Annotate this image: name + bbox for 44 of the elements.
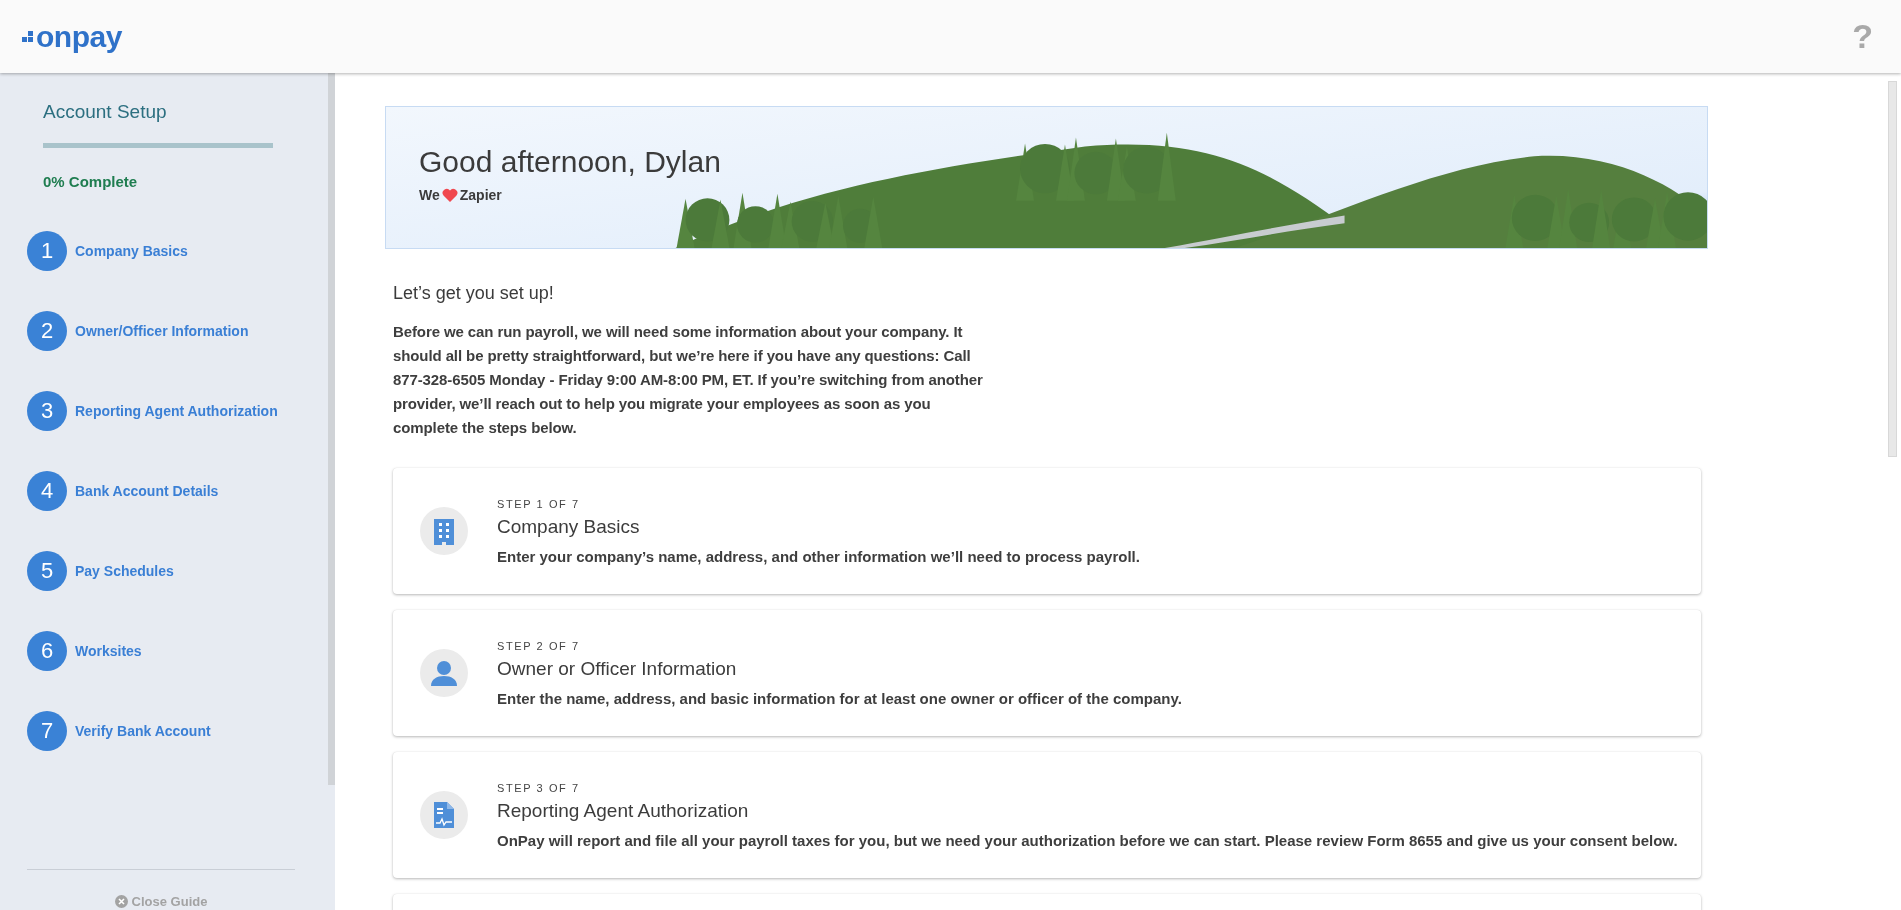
close-icon: [114, 894, 128, 908]
scrollbar[interactable]: [1888, 81, 1897, 457]
step-number: 5: [27, 551, 67, 591]
step-card[interactable]: [393, 752, 1701, 878]
sidebar-link[interactable]: Pay Schedules: [75, 563, 174, 579]
step-number: 6: [27, 631, 67, 671]
step-description: OnPay will report and file all your payroll taxes for you, but we need your authorization before we can start. Please review Form 8655 and give us your consent below.: [497, 831, 1678, 849]
step-description: Enter the name, address, and basic information for at least one owner or officer of the company.: [497, 689, 1182, 707]
step-label: STEP 2 OF 7: [497, 639, 581, 652]
setup-heading: Let’s get you set up!: [393, 283, 555, 304]
step-number: 2: [27, 311, 67, 351]
sidebar-link[interactable]: Owner/Officer Information: [75, 323, 249, 339]
logo[interactable]: onpay: [36, 19, 122, 54]
sidebar-title: Account Setup: [43, 101, 168, 123]
help-button[interactable]: ?: [1852, 17, 1873, 56]
intro-paragraph: Before we can run payroll, we will need some information about your company. It should all be pretty straightforward, but we’re here if you have any questions: Call 877-328-6505 Monday - Friday 9:00 AM-8:00 PM, ET. If you’re switching from another provider, we’ll reach out to help you migrate your employees as soon as you complete the steps below.: [393, 322, 984, 438]
building-icon: [433, 517, 455, 545]
love-text: Zapier: [459, 187, 502, 203]
step-description: Enter your company’s name, address, and other information we’ll need to process payroll.: [497, 547, 1140, 565]
sidebar-link[interactable]: Reporting Agent Authorization: [75, 403, 278, 419]
progress-text: 0% Complete: [43, 173, 139, 190]
logo-icon: [22, 31, 33, 42]
sidebar-link[interactable]: Worksites: [75, 643, 142, 659]
document-icon: [433, 801, 455, 829]
sidebar-link[interactable]: Company Basics: [75, 243, 188, 259]
person-icon: [431, 660, 457, 686]
step-card[interactable]: STEP 2 OF 7 Owner or Officer Information Enter the name, address, and basic information for at least one owner or officer of the company.: [393, 610, 1701, 736]
sidebar-link[interactable]: Bank Account Details: [75, 483, 219, 499]
step-label: STEP 1 OF 7: [497, 497, 581, 510]
step-title: Reporting Agent Authorization: [497, 799, 750, 822]
step-label: STEP 3 OF 7: [497, 781, 581, 794]
step-card[interactable]: STEP 1 OF 7 Company Basics Enter your company’s name, address, and other information we’ll need to process payroll.: [393, 468, 1701, 594]
step-number: 4: [27, 471, 67, 511]
step-number: 7: [27, 711, 67, 751]
heart-icon: [441, 188, 458, 202]
love-text: We: [419, 187, 440, 203]
step-number: 3: [27, 391, 67, 431]
step-title: Company Basics: [497, 515, 641, 538]
sidebar-link[interactable]: Verify Bank Account: [75, 723, 211, 739]
greeting: Good afternoon, Dylan: [419, 145, 722, 179]
step-title: Owner or Officer Information: [497, 657, 738, 680]
close-guide-link[interactable]: Close Guide: [114, 892, 208, 910]
step-number: 1: [27, 231, 67, 271]
scrollbar[interactable]: [328, 73, 335, 785]
